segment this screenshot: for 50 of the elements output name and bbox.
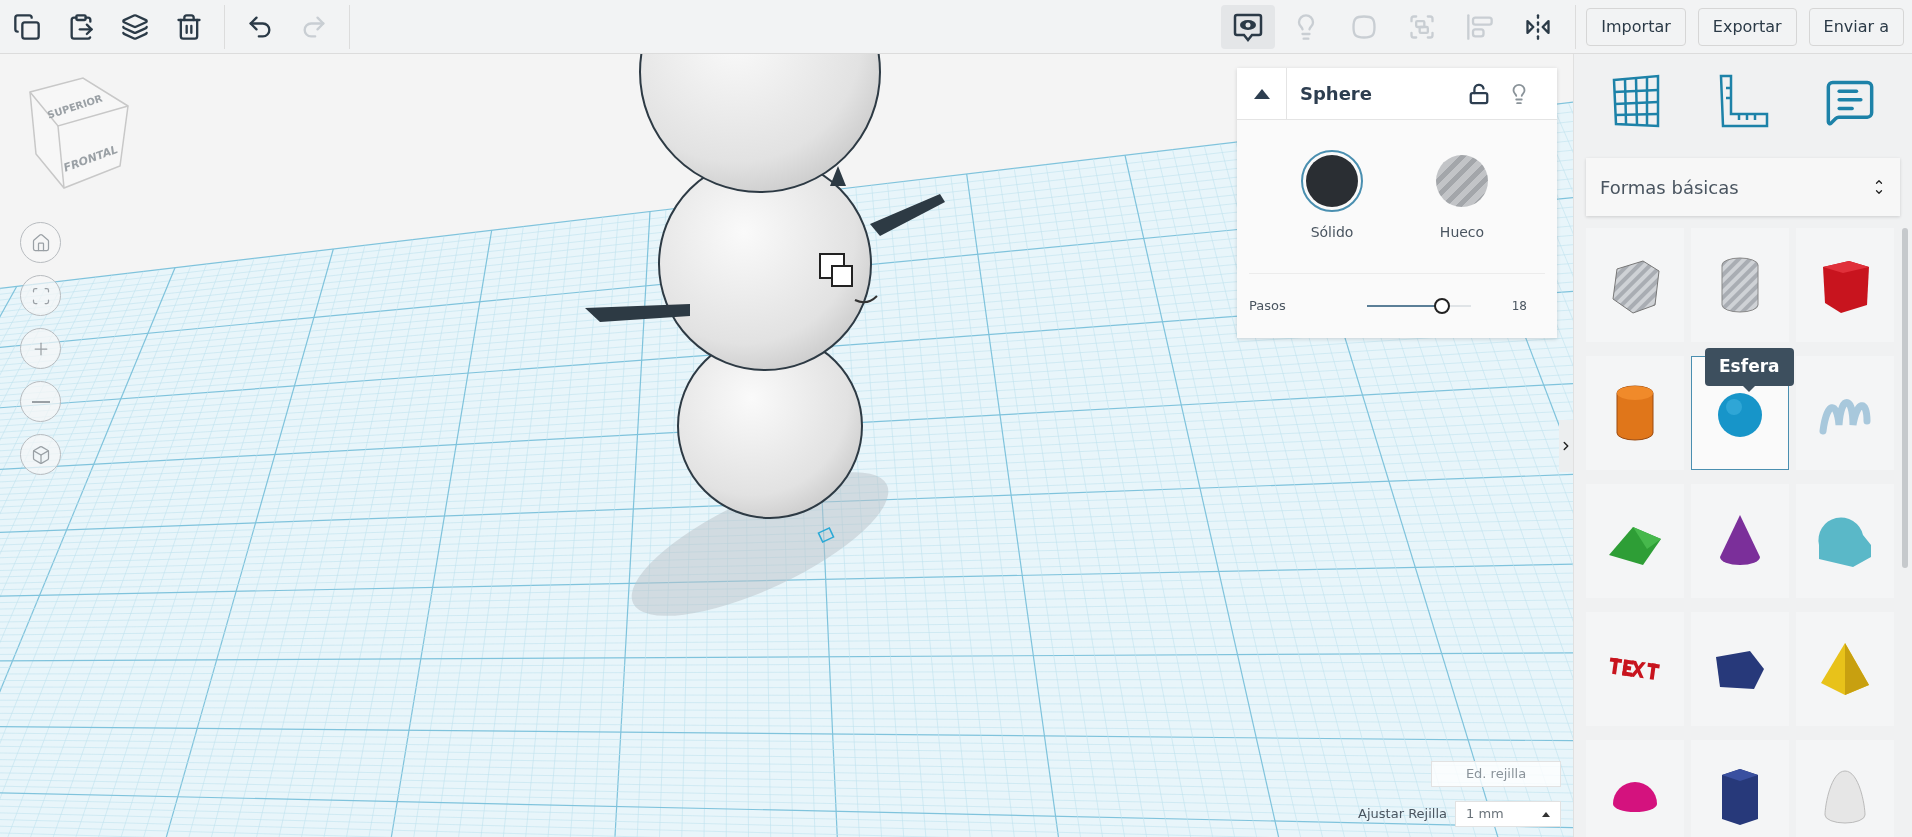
shape-tile[interactable]	[1691, 612, 1789, 726]
copy-icon	[13, 12, 41, 41]
shape-tile[interactable]	[1796, 356, 1894, 470]
scrollbar[interactable]	[1902, 228, 1908, 568]
slider-thumb[interactable]	[1433, 298, 1450, 314]
shape-tile[interactable]	[1796, 612, 1894, 726]
shape-title: Sphere	[1300, 82, 1372, 106]
ruler-icon	[1717, 74, 1769, 130]
shape-tile[interactable]	[1796, 740, 1894, 837]
eye-speech-bubble-icon	[1233, 11, 1264, 42]
snap-grid-select[interactable]: 1 mm	[1455, 801, 1561, 827]
shape-tooltip: Esfera	[1705, 348, 1794, 386]
panel-toggle-handle[interactable]	[1559, 420, 1573, 472]
cube-icon	[30, 444, 51, 465]
tooltip-pointer	[1743, 386, 1756, 392]
shape-tile[interactable]	[1796, 484, 1894, 598]
mirror-icon	[1524, 12, 1553, 41]
ungroup-icon	[1408, 12, 1437, 41]
striped-swatch	[1436, 155, 1488, 207]
category-select[interactable]: Formas básicas	[1586, 158, 1900, 216]
triangle-up-icon	[1542, 811, 1550, 817]
steps-value: 18	[1511, 298, 1527, 315]
dome-drawing	[1612, 781, 1658, 813]
shape-tile[interactable]	[1586, 484, 1684, 598]
snap-grid-label: Ajustar Rejilla	[1358, 805, 1447, 824]
triangle-up-icon	[1253, 88, 1270, 99]
shape-tile[interactable]	[1691, 228, 1789, 342]
trash-icon	[175, 12, 203, 41]
shape-tile[interactable]	[1586, 612, 1684, 726]
hole-option[interactable]: Hueco	[1427, 150, 1497, 243]
solid-swatch	[1306, 155, 1358, 207]
shape-tile[interactable]	[1796, 228, 1894, 342]
shape-tile[interactable]	[1586, 356, 1684, 470]
frame-corners-icon	[30, 285, 51, 306]
steps-label: Pasos	[1249, 297, 1287, 316]
minus-icon	[31, 400, 50, 403]
shape-tile[interactable]	[1586, 740, 1684, 837]
shape-tile[interactable]	[1691, 740, 1789, 837]
align-icon	[1466, 12, 1495, 41]
group-icon	[1350, 12, 1379, 41]
toolbar-button[interactable]: Exportar	[1697, 7, 1797, 46]
home-button[interactable]	[20, 222, 61, 263]
toolbar-button[interactable]: Enviar a	[1808, 7, 1904, 46]
shape-tile[interactable]	[1586, 228, 1684, 342]
toolbar-button[interactable]: Importar	[1586, 7, 1686, 46]
shape-tile[interactable]	[1691, 484, 1789, 598]
home-icon	[30, 232, 51, 253]
duplicate-icon	[121, 12, 149, 41]
open-padlock-icon	[1468, 82, 1490, 105]
notes-toggle-button[interactable]	[1221, 4, 1276, 49]
